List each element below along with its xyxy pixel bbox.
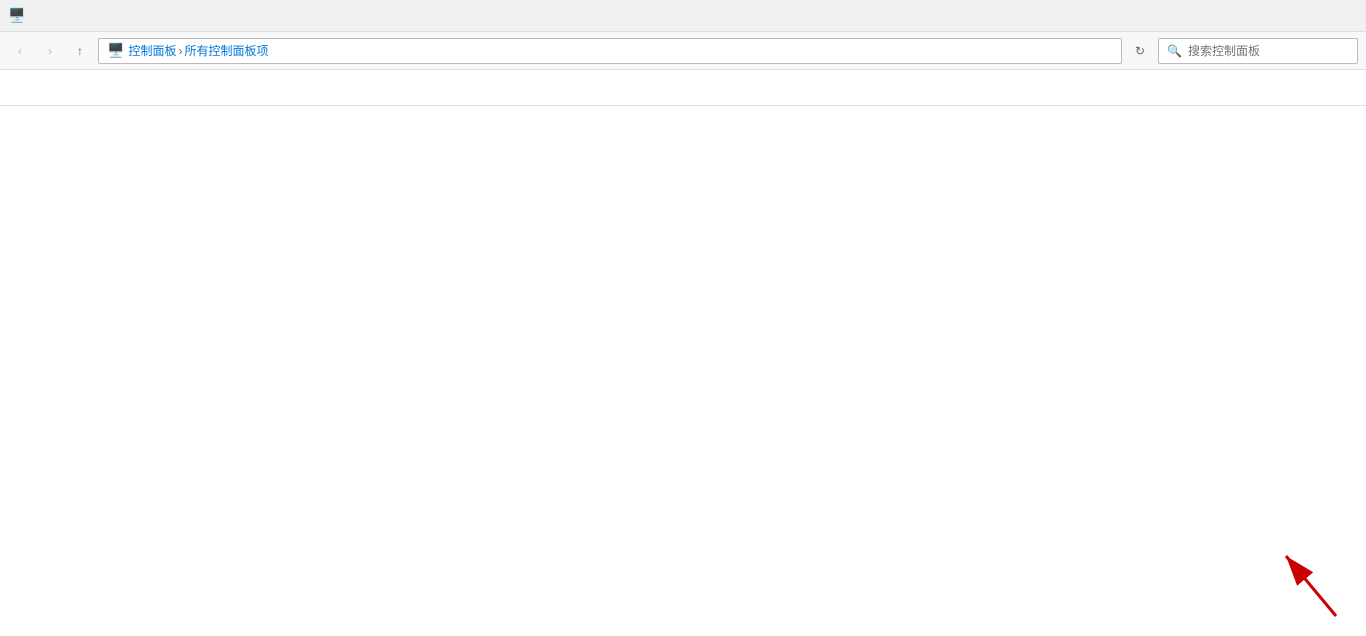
back-button[interactable]: ‹ <box>8 39 32 63</box>
breadcrumb-control-panel[interactable]: 控制面板 <box>128 42 176 59</box>
window-icon: 🖥️ <box>8 7 25 24</box>
address-path[interactable]: 🖥️ 控制面板 › 所有控制面板项 <box>98 38 1122 64</box>
restore-button[interactable] <box>1266 0 1312 32</box>
address-bar: ‹ › ↑ 🖥️ 控制面板 › 所有控制面板项 ↻ 🔍 <box>0 32 1366 70</box>
toolbar <box>0 70 1366 106</box>
breadcrumb-icon: 🖥️ <box>107 42 124 59</box>
content-area <box>0 106 1366 636</box>
up-button[interactable]: ↑ <box>68 39 92 63</box>
refresh-button[interactable]: ↻ <box>1128 39 1152 63</box>
window-controls <box>1220 0 1358 32</box>
minimize-button[interactable] <box>1220 0 1266 32</box>
forward-button[interactable]: › <box>38 39 62 63</box>
breadcrumb-all-items[interactable]: 所有控制面板项 <box>184 42 268 59</box>
red-arrow <box>1226 526 1346 626</box>
search-box[interactable]: 🔍 <box>1158 38 1358 64</box>
search-icon: 🔍 <box>1167 44 1182 58</box>
title-bar: 🖥️ <box>0 0 1366 32</box>
close-button[interactable] <box>1312 0 1358 32</box>
search-input[interactable] <box>1188 44 1349 58</box>
